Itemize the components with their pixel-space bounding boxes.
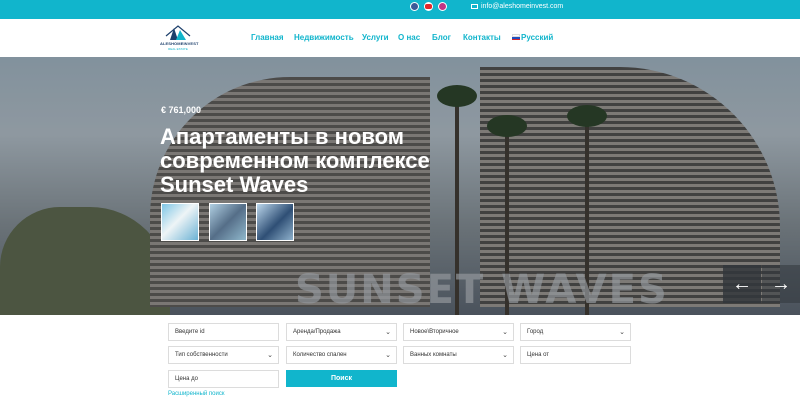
price-from-input[interactable]: Цена от: [520, 346, 631, 364]
search-button[interactable]: Поиск: [286, 370, 397, 387]
advanced-search-link[interactable]: Расширенный поиск: [168, 391, 225, 397]
chevron-down-icon: ⌄: [267, 352, 273, 359]
chevron-down-icon: ⌄: [502, 352, 508, 359]
condition-value: Новое\Вторичное: [410, 329, 459, 335]
slider-prev-button[interactable]: ←: [723, 265, 761, 303]
instagram-icon[interactable]: [438, 2, 447, 11]
chevron-down-icon: ⌄: [502, 329, 508, 336]
arrow-left-icon: ←: [732, 272, 752, 295]
header: ALESHOMEINVEST REAL ESTATE Главная Недви…: [0, 19, 800, 57]
property-price: € 761,000: [161, 105, 202, 115]
bathrooms-select[interactable]: Ванных комнаты ⌄: [403, 346, 514, 364]
hero-slider: SUNSET WAVES € 761,000 Апартаменты в нов…: [0, 57, 800, 315]
city-select[interactable]: Город ⌄: [520, 323, 631, 341]
email-link[interactable]: info@aleshomeinvest.com: [471, 3, 563, 10]
price-to-placeholder: Цена до: [175, 376, 198, 382]
property-title[interactable]: Апартаменты в новом современном комплекс…: [160, 125, 480, 197]
nav-home[interactable]: Главная: [251, 33, 284, 42]
email-text: info@aleshomeinvest.com: [481, 3, 564, 10]
condition-select[interactable]: Новое\Вторичное ⌄: [403, 323, 514, 341]
arrow-right-icon: →: [771, 272, 791, 295]
nav-blog[interactable]: Блог: [432, 33, 451, 42]
logo-subtitle: REAL ESTATE: [168, 47, 188, 51]
envelope-icon: [471, 4, 478, 9]
russian-flag-icon[interactable]: [512, 34, 520, 40]
logo-mark-icon: [165, 25, 191, 40]
youtube-icon[interactable]: [424, 2, 433, 11]
price-to-input[interactable]: Цена до: [168, 370, 279, 388]
bathrooms-value: Ванных комнаты: [410, 352, 457, 358]
thumbnail-1[interactable]: [161, 203, 199, 241]
property-type-select[interactable]: Тип собственности ⌄: [168, 346, 279, 364]
thumbnail-2[interactable]: [209, 203, 247, 241]
price-from-placeholder: Цена от: [527, 352, 550, 358]
deal-type-value: Аренда/Продажа: [293, 329, 341, 335]
city-value: Город: [527, 329, 544, 335]
deal-type-select[interactable]: Аренда/Продажа ⌄: [286, 323, 397, 341]
id-input[interactable]: Введите id: [168, 323, 279, 341]
language-selector[interactable]: Русский: [521, 33, 553, 42]
facebook-icon[interactable]: [410, 2, 419, 11]
slider-next-button[interactable]: →: [762, 265, 800, 303]
thumbnail-3[interactable]: [256, 203, 294, 241]
chevron-down-icon: ⌄: [385, 329, 391, 336]
nav-contacts[interactable]: Контакты: [463, 33, 501, 42]
bedrooms-value: Количество спален: [293, 352, 347, 358]
chevron-down-icon: ⌄: [619, 329, 625, 336]
top-bar: info@aleshomeinvest.com: [0, 0, 800, 19]
logo[interactable]: ALESHOMEINVEST REAL ESTATE: [160, 24, 199, 54]
chevron-down-icon: ⌄: [385, 352, 391, 359]
property-type-value: Тип собственности: [175, 352, 228, 358]
nav-properties[interactable]: Недвижимость: [294, 33, 354, 42]
nav-services[interactable]: Услуги: [362, 33, 389, 42]
id-input-placeholder: Введите id: [175, 329, 205, 335]
bedrooms-select[interactable]: Количество спален ⌄: [286, 346, 397, 364]
nav-about[interactable]: О нас: [398, 33, 420, 42]
logo-text: ALESHOMEINVEST: [160, 41, 199, 46]
